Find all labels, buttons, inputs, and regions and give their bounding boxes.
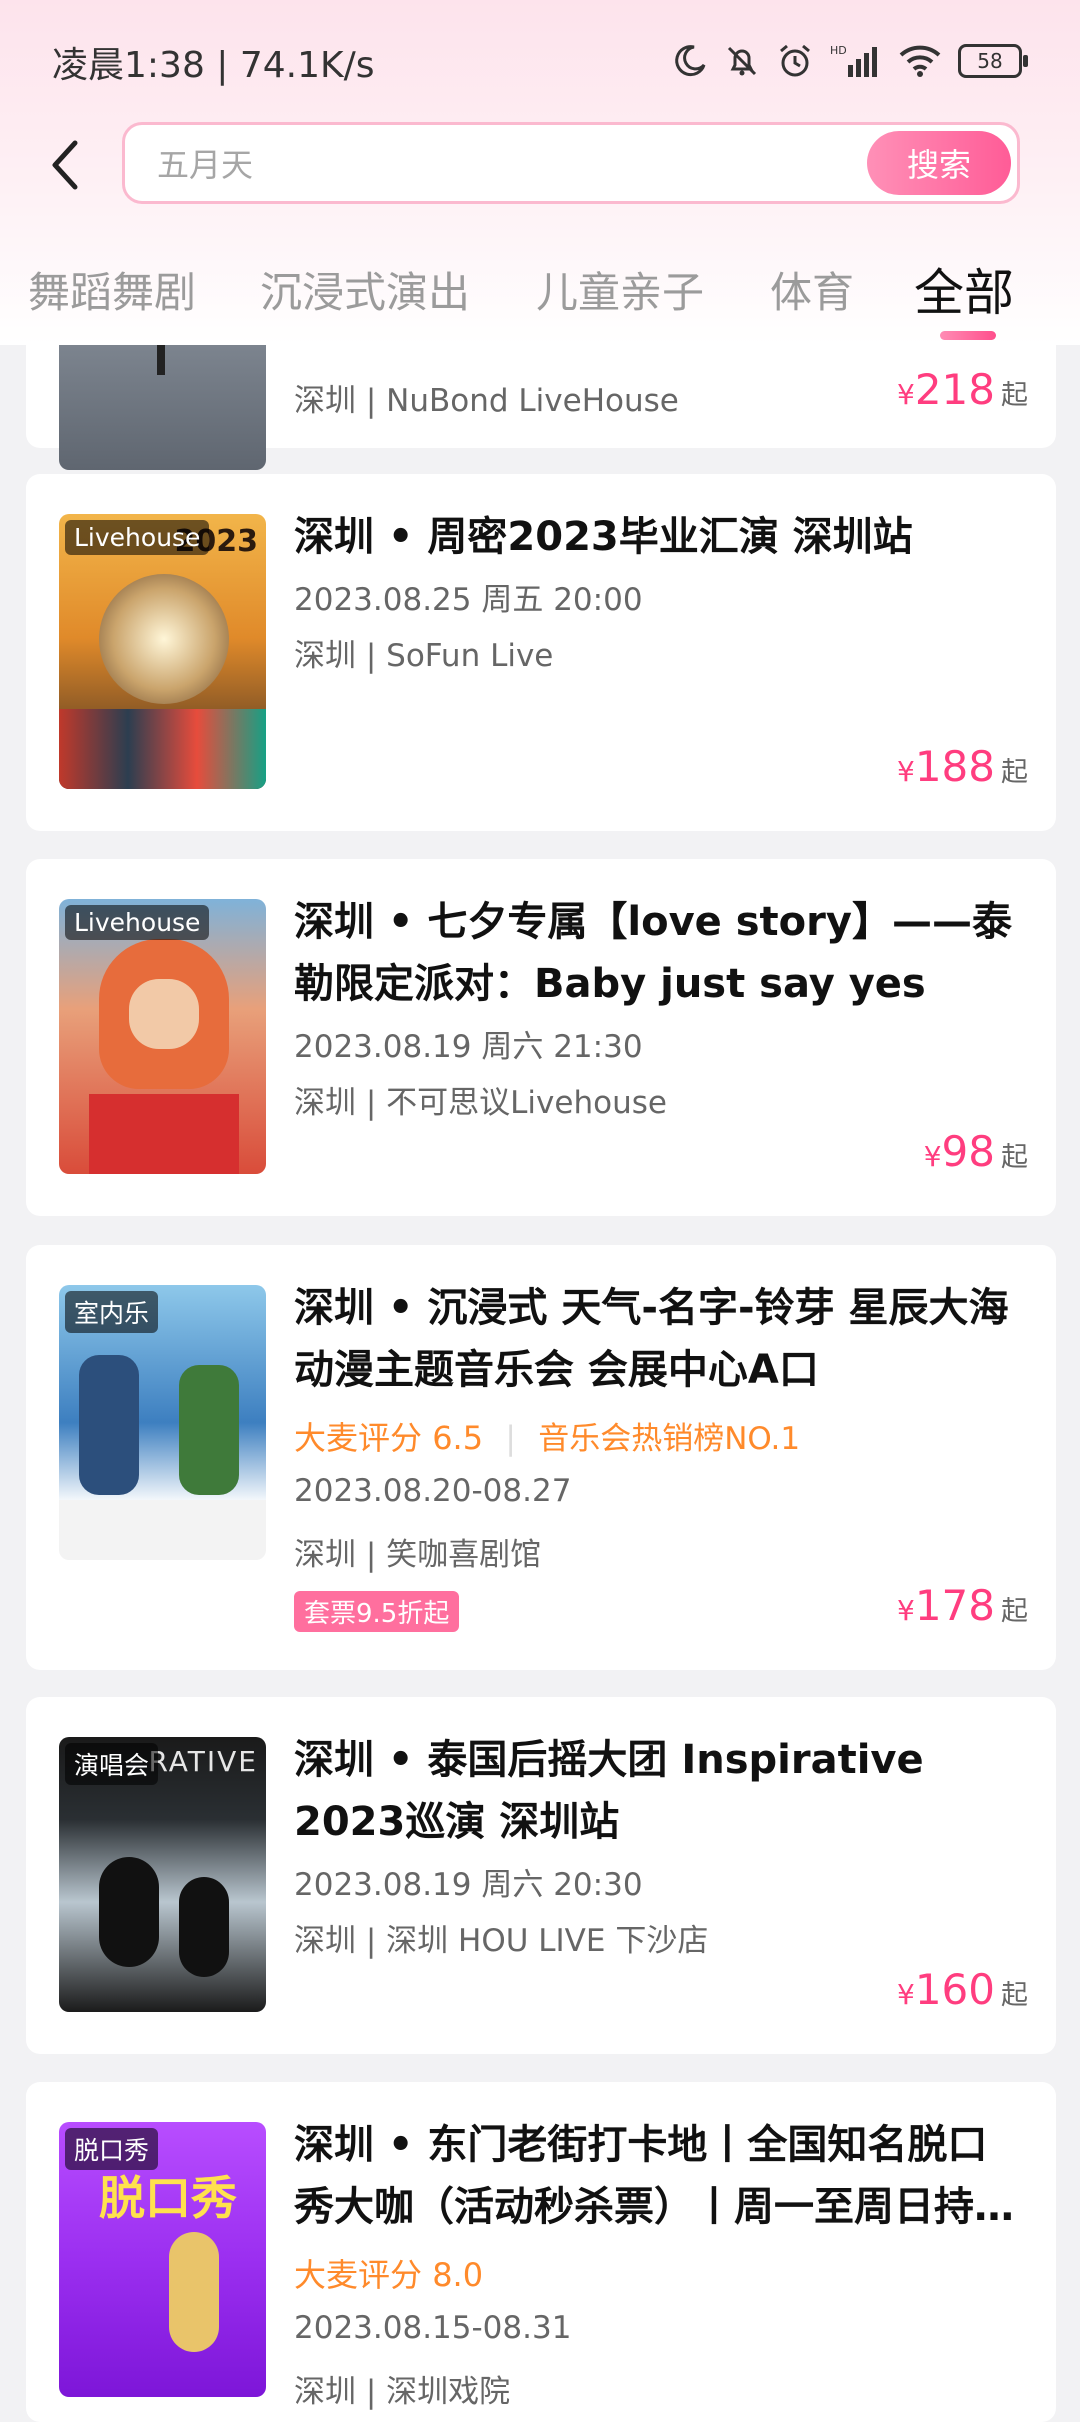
- event-price: ¥98 起: [923, 1127, 1028, 1176]
- back-arrow-icon[interactable]: [30, 130, 100, 200]
- category-tag: 脱口秀: [65, 2128, 159, 2170]
- event-card[interactable]: 脱口秀 脱口秀 深圳 • 东门老街打卡地丨全国知名脱口秀大咖（活动秒杀票）丨周一…: [26, 2082, 1056, 2422]
- event-venue: 深圳 | NuBond LiveHouse: [294, 383, 679, 419]
- discount-badge: 套票9.5折起: [294, 1591, 460, 1632]
- active-tab-indicator: [940, 331, 996, 340]
- battery-icon: 58: [958, 44, 1028, 78]
- event-price: ¥218 起: [897, 365, 1028, 414]
- tab-kids[interactable]: 儿童亲子: [536, 259, 704, 320]
- moon-icon: [672, 43, 708, 79]
- rank-label: 音乐会热销榜NO.1: [538, 1421, 801, 1457]
- event-card[interactable]: 2023 Livehouse 深圳 • 周密2023毕业汇演 深圳站 2023.…: [26, 474, 1056, 831]
- signal-icon: HD: [830, 43, 882, 79]
- search-box[interactable]: 搜索: [122, 122, 1020, 204]
- event-date: 2023.08.20-08.27: [294, 1473, 572, 1509]
- event-venue: 深圳 | SoFun Live: [294, 638, 554, 674]
- event-poster: RATIVE 演唱会: [59, 1737, 266, 2012]
- category-tag: Livehouse: [65, 520, 210, 555]
- category-tag: 演唱会: [65, 1743, 159, 1785]
- rating-value: 8.0: [432, 2256, 484, 2294]
- event-poster: Livehouse: [59, 899, 266, 1174]
- tab-all[interactable]: 全部: [914, 253, 1014, 325]
- event-card[interactable]: Livehouse 深圳 • 七夕专属【love story】——泰勒限定派对：…: [26, 859, 1056, 1216]
- category-tag: 室内乐: [65, 1291, 159, 1333]
- event-venue: 深圳 | 不可思议Livehouse: [294, 1085, 667, 1121]
- tab-dance[interactable]: 舞蹈舞剧: [28, 259, 196, 320]
- event-poster: 脱口秀 脱口秀: [59, 2122, 266, 2397]
- event-price: ¥188 起: [897, 742, 1028, 791]
- event-card[interactable]: RATIVE 演唱会 深圳 • 泰国后摇大团 Inspirative 2023巡…: [26, 1697, 1056, 2054]
- event-title: 深圳 • 沉浸式 天气-名字-铃芽 星辰大海动漫主题音乐会 会展中心A口: [294, 1285, 1009, 1393]
- event-price: ¥178 起: [897, 1581, 1028, 1630]
- category-tabs: 舞蹈舞剧 沉浸式演出 儿童亲子 体育 全部: [0, 245, 1080, 345]
- alarm-icon: [776, 42, 814, 80]
- event-venue: 深圳 | 深圳 HOU LIVE 下沙店: [294, 1923, 709, 1959]
- search-button[interactable]: 搜索: [867, 131, 1011, 195]
- event-title: 深圳 • 七夕专属【love story】——泰勒限定派对：Baby just …: [294, 899, 1012, 1007]
- rating-label: 大麦评分: [294, 2256, 423, 2294]
- wifi-icon: [898, 43, 942, 79]
- rating-label: 大麦评分: [294, 1419, 423, 1457]
- event-rating: 大麦评分 6.5 | 音乐会热销榜NO.1: [294, 1419, 801, 1457]
- event-date: 2023.08.19 周六 21:30: [294, 1029, 643, 1065]
- event-poster: 2023 Livehouse: [59, 514, 266, 789]
- tab-sports[interactable]: 体育: [770, 259, 854, 320]
- category-tag: Livehouse: [65, 905, 210, 940]
- event-venue: 深圳 | 深圳戏院: [294, 2374, 511, 2410]
- event-date: 2023.08.25 周五 20:00: [294, 582, 643, 618]
- status-time: 凌晨1:38 | 74.1K/s: [52, 45, 375, 86]
- bell-off-icon: [724, 43, 760, 79]
- top-header: 凌晨1:38 | 74.1K/s HD 58 搜索 舞蹈舞剧: [0, 0, 1080, 345]
- tab-immersive[interactable]: 沉浸式演出: [260, 259, 470, 320]
- search-input[interactable]: [155, 141, 679, 189]
- event-card[interactable]: 室内乐 深圳 • 沉浸式 天气-名字-铃芽 星辰大海动漫主题音乐会 会展中心A口…: [26, 1245, 1056, 1670]
- status-icons: HD 58: [672, 38, 1028, 84]
- event-title: 深圳 • 周密2023毕业汇演 深圳站: [294, 514, 913, 560]
- svg-text:HD: HD: [830, 44, 847, 57]
- event-title: 深圳 • 泰国后摇大团 Inspirative 2023巡演 深圳站: [294, 1737, 924, 1845]
- rating-value: 6.5: [432, 1419, 484, 1457]
- event-date: 2023.08.15-08.31: [294, 2310, 572, 2346]
- event-date: 2023.08.19 周六 20:30: [294, 1867, 643, 1903]
- event-price: ¥160 起: [897, 1965, 1028, 2014]
- event-title: 深圳 • 东门老街打卡地丨全国知名脱口秀大咖（活动秒杀票）丨周一至周日持…: [294, 2122, 1014, 2230]
- event-venue: 深圳 | 笑咖喜剧馆: [294, 1537, 542, 1573]
- event-rating: 大麦评分 8.0: [294, 2250, 483, 2296]
- event-poster: 室内乐: [59, 1285, 266, 1560]
- status-bar: 凌晨1:38 | 74.1K/s HD 58: [0, 0, 1080, 120]
